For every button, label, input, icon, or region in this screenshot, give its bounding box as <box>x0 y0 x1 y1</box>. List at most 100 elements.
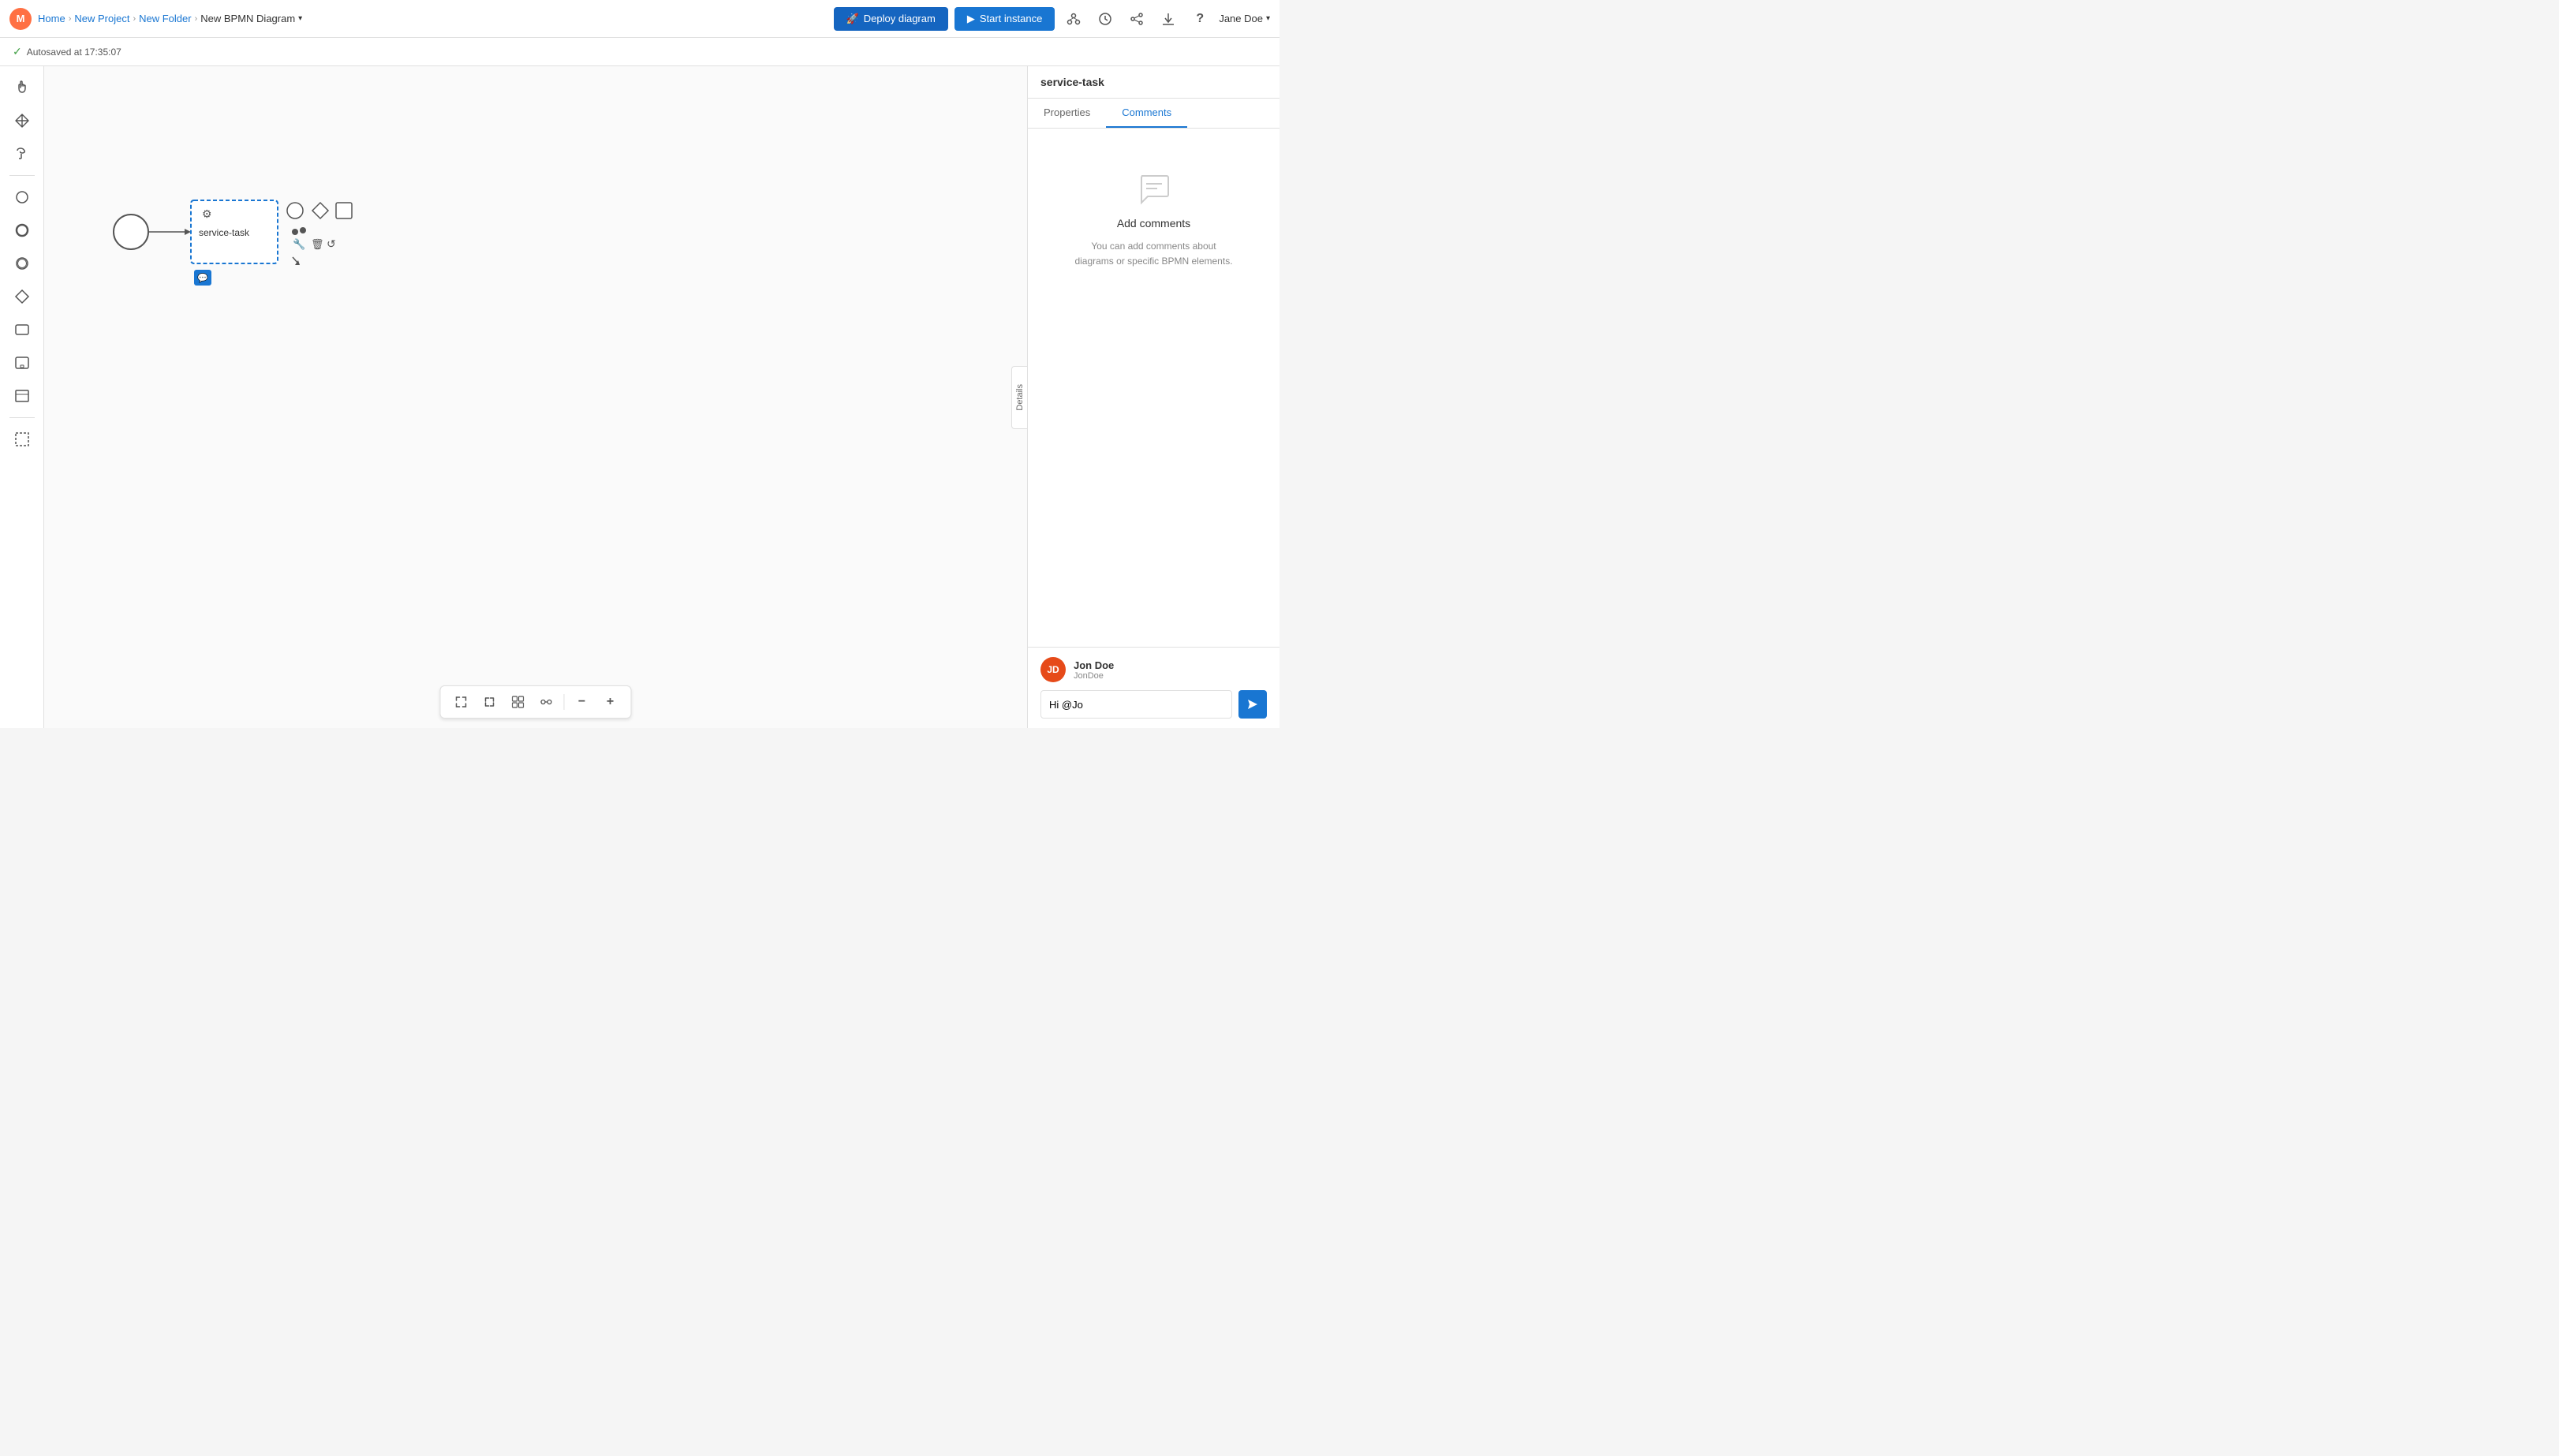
move-tool-button[interactable] <box>7 106 37 136</box>
comments-desc: You can add comments about diagrams or s… <box>1074 239 1232 269</box>
send-icon <box>1246 698 1259 711</box>
share-icon <box>1130 12 1144 26</box>
commenter-initials: JD <box>1047 664 1059 675</box>
context-gateway[interactable] <box>312 203 328 218</box>
help-icon: ? <box>1196 12 1204 26</box>
history-icon <box>1098 12 1112 26</box>
comment-placeholder-icon <box>1135 170 1173 207</box>
breadcrumb-home[interactable]: Home <box>38 13 65 24</box>
share-button[interactable] <box>1124 6 1149 32</box>
comment-send-button[interactable] <box>1238 690 1267 719</box>
zoom-out-icon: − <box>578 696 585 708</box>
context-dot2 <box>300 227 306 233</box>
app-icon: M <box>9 8 32 30</box>
marquee-select-button[interactable] <box>7 424 37 454</box>
commenter-name-block: Jon Doe JonDoe <box>1074 659 1114 681</box>
left-toolbar <box>0 66 44 728</box>
details-panel-toggle[interactable]: Details <box>1011 366 1027 429</box>
comments-placeholder: Add comments You can add comments about … <box>1040 144 1267 294</box>
tab-properties[interactable]: Properties <box>1028 99 1106 128</box>
toolbar-divider-1 <box>9 175 35 176</box>
start-event[interactable] <box>114 215 148 249</box>
tab-comments[interactable]: Comments <box>1106 99 1187 128</box>
user-name: Jane Doe <box>1219 13 1263 24</box>
context-delete[interactable]: 🗑 <box>311 238 324 250</box>
context-wrench[interactable]: 🔧 <box>293 237 305 250</box>
pool-button[interactable] <box>7 381 37 411</box>
intermediate-event-icon <box>14 256 30 271</box>
context-start-event[interactable] <box>287 203 303 218</box>
autosave-check-icon: ✓ <box>13 45 22 58</box>
hand-icon <box>14 80 30 95</box>
intermediate-event-button[interactable] <box>7 248 37 278</box>
deploy-icon: 🚀 <box>846 13 859 25</box>
context-redo[interactable]: ↺ <box>327 237 336 250</box>
user-menu[interactable]: Jane Doe ▾ <box>1219 13 1270 24</box>
cluster-icon-button[interactable] <box>1061 6 1086 32</box>
bottom-divider <box>564 694 565 710</box>
grid-button[interactable] <box>507 691 529 713</box>
commenter-avatar: JD <box>1040 657 1066 682</box>
play-icon: ▶ <box>967 13 975 25</box>
details-panel-label: Details <box>1015 384 1025 411</box>
commenter-name: Jon Doe <box>1074 659 1114 671</box>
end-event-icon <box>14 222 30 238</box>
zoom-in-button[interactable]: + <box>600 691 622 713</box>
start-instance-button[interactable]: ▶ Start instance <box>954 7 1055 31</box>
panel-title: service-task <box>1028 66 1280 99</box>
end-event-button[interactable] <box>7 215 37 245</box>
commenter-info: JD Jon Doe JonDoe <box>1040 657 1267 682</box>
panel-tabs: Properties Comments <box>1028 99 1280 129</box>
task-button[interactable] <box>7 315 37 345</box>
help-button[interactable]: ? <box>1187 6 1212 32</box>
breadcrumb: Home › New Project › New Folder › New BP… <box>38 13 302 24</box>
breadcrumb-diagram-dropdown[interactable]: New BPMN Diagram ▾ <box>200 13 302 24</box>
fit-icon <box>455 696 468 708</box>
move-icon <box>14 113 30 129</box>
right-panel: service-task Properties Comments Add com… <box>1027 66 1280 728</box>
breadcrumb-folder[interactable]: New Folder <box>139 13 191 24</box>
history-button[interactable] <box>1093 6 1118 32</box>
breadcrumb-diagram-label: New BPMN Diagram <box>200 13 295 24</box>
diagram-svg: ⚙ service-task 💬 🔧 🗑 ↺ <box>44 66 1027 728</box>
gateway-icon <box>14 289 30 304</box>
zoom-out-button[interactable]: − <box>571 691 593 713</box>
panel-title-text: service-task <box>1040 76 1104 88</box>
lasso-tool-button[interactable] <box>7 139 37 169</box>
breadcrumb-sep-3: › <box>195 14 198 24</box>
topbar-right: 🚀 Deploy diagram ▶ Start instance <box>834 6 1270 32</box>
autosave-bar: ✓ Autosaved at 17:35:07 <box>0 38 1280 66</box>
comment-text-input[interactable] <box>1040 690 1232 719</box>
user-chevron-icon: ▾ <box>1266 14 1270 23</box>
breadcrumb-sep-2: › <box>133 14 136 24</box>
gateway-button[interactable] <box>7 282 37 312</box>
lasso-icon <box>14 146 30 162</box>
deploy-label: Deploy diagram <box>864 13 936 24</box>
circle-outline-icon <box>14 189 30 205</box>
subprocess-button[interactable] <box>7 348 37 378</box>
marquee-icon <box>14 431 30 447</box>
fullscreen-button[interactable] <box>479 691 501 713</box>
circle-tool-button[interactable] <box>7 182 37 212</box>
fit-view-button[interactable] <box>450 691 473 713</box>
context-dot1 <box>292 229 298 235</box>
comments-area: Add comments You can add comments about … <box>1028 129 1280 647</box>
connect-button[interactable] <box>536 691 558 713</box>
download-button[interactable] <box>1156 6 1181 32</box>
zoom-in-icon: + <box>607 696 614 708</box>
svg-text:⚙: ⚙ <box>202 207 212 220</box>
canvas-area[interactable]: ⚙ service-task 💬 🔧 🗑 ↺ <box>44 66 1027 728</box>
context-task[interactable] <box>336 203 352 218</box>
chevron-down-icon: ▾ <box>298 14 302 23</box>
comment-input-row <box>1040 690 1267 719</box>
commenter-handle: JonDoe <box>1074 671 1114 681</box>
pool-icon <box>14 388 30 404</box>
deploy-diagram-button[interactable]: 🚀 Deploy diagram <box>834 7 948 31</box>
breadcrumb-project[interactable]: New Project <box>74 13 129 24</box>
task-icon <box>14 322 30 338</box>
breadcrumb-sep-1: › <box>69 14 72 24</box>
topbar: M Home › New Project › New Folder › New … <box>0 0 1280 38</box>
service-task-label: service-task <box>199 227 250 238</box>
subprocess-icon <box>14 355 30 371</box>
hand-tool-button[interactable] <box>7 73 37 103</box>
